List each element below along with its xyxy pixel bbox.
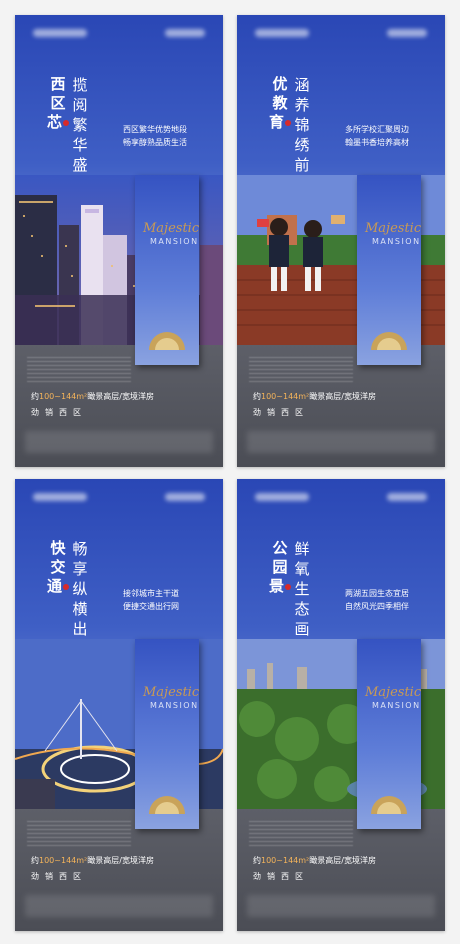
blurred-logo — [255, 29, 309, 37]
subtitle-line: 自然风光四季相伴 — [345, 602, 409, 611]
blurred-logo — [33, 493, 87, 501]
blurred-description — [249, 357, 353, 383]
blurred-logo — [387, 29, 427, 37]
subtitle: 接邻城市主干道 便捷交通出行网 — [123, 587, 179, 613]
red-dot-icon — [63, 583, 70, 590]
brand-name: MANSION — [372, 701, 421, 710]
blurred-logo — [387, 493, 427, 501]
promo-line: 约100~144m²瞰景高层/宽境洋房 — [253, 392, 376, 401]
blurred-logo — [165, 493, 205, 501]
blurred-logo — [255, 493, 309, 501]
promo-line: 约100~144m²瞰景高层/宽境洋房 — [31, 392, 154, 401]
brand-script: Majestic — [365, 221, 422, 236]
poster-education: 优教育 涵养锦绣前程 多所学校汇聚周边 翰墨书香培养高材 Majestic MA… — [237, 15, 445, 467]
promo-slogan: 劲销西区 — [253, 872, 309, 881]
subtitle: 西区繁华优势地段 畅享醇熟品质生活 — [123, 123, 187, 149]
subtitle: 两湖五园生态宜居 自然风光四季相伴 — [345, 587, 409, 613]
short-title: 优教育 — [269, 75, 292, 132]
red-dot-icon — [285, 119, 292, 126]
subtitle-line: 畅享醇熟品质生活 — [123, 138, 187, 147]
brand-name: MANSION — [150, 237, 199, 246]
blurred-description — [27, 357, 131, 383]
subtitle-line: 便捷交通出行网 — [123, 602, 179, 611]
subtitle-line: 西区繁华优势地段 — [123, 125, 187, 134]
fan-icon — [371, 796, 407, 814]
blurred-footer — [247, 431, 435, 453]
brand-script: Majestic — [365, 685, 422, 700]
brand-name: MANSION — [150, 701, 199, 710]
fan-icon — [149, 332, 185, 350]
blurred-description — [249, 821, 353, 847]
promo-slogan: 劲销西区 — [31, 872, 87, 881]
subtitle: 多所学校汇聚周边 翰墨书香培养高材 — [345, 123, 409, 149]
brand-script: Majestic — [143, 221, 200, 236]
brand-name: MANSION — [372, 237, 421, 246]
poster-park: 公园景 鲜氧生态画境 两湖五园生态宜居 自然风光四季相伴 Majestic MA… — [237, 479, 445, 931]
red-dot-icon — [63, 119, 70, 126]
fan-icon — [149, 796, 185, 814]
short-title: 快交通 — [47, 539, 70, 596]
blurred-footer — [247, 895, 435, 917]
poster-transport: 快交通 畅享纵横出行 接邻城市主干道 便捷交通出行网 Majestic MANS… — [15, 479, 223, 931]
fan-icon — [371, 332, 407, 350]
promo-line: 约100~144m²瞰景高层/宽境洋房 — [253, 856, 376, 865]
brand-script: Majestic — [143, 685, 200, 700]
promo-slogan: 劲销西区 — [253, 408, 309, 417]
subtitle-line: 翰墨书香培养高材 — [345, 138, 409, 147]
subtitle-line: 多所学校汇聚周边 — [345, 125, 409, 134]
red-dot-icon — [285, 583, 292, 590]
poster-city-center: 西区芯 揽阅繁华盛境 西区繁华优势地段 畅享醇熟品质生活 Majestic MA… — [15, 15, 223, 467]
subtitle-line: 两湖五园生态宜居 — [345, 589, 409, 598]
subtitle-line: 接邻城市主干道 — [123, 589, 179, 598]
short-title: 西区芯 — [47, 75, 70, 132]
blurred-footer — [25, 895, 213, 917]
short-title: 公园景 — [269, 539, 292, 596]
blurred-logo — [165, 29, 205, 37]
promo-slogan: 劲销西区 — [31, 408, 87, 417]
blurred-description — [27, 821, 131, 847]
blurred-footer — [25, 431, 213, 453]
blurred-logo — [33, 29, 87, 37]
promo-line: 约100~144m²瞰景高层/宽境洋房 — [31, 856, 154, 865]
